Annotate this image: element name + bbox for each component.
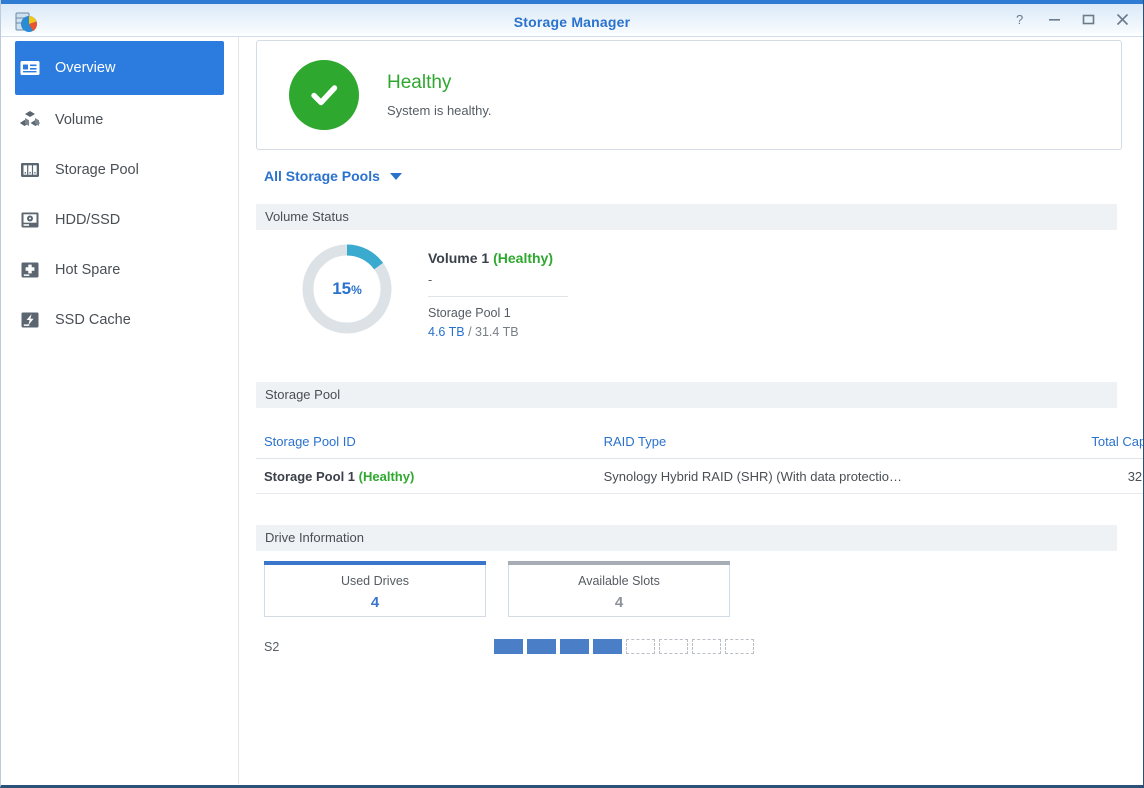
column-header-storage-pool-id[interactable]: Storage Pool ID — [264, 434, 604, 449]
drive-slot-7-empty[interactable] — [692, 639, 721, 654]
sidebar-item-volume[interactable]: Volume — [1, 95, 238, 145]
drive-slot-5-empty[interactable] — [626, 639, 655, 654]
sidebar-item-label: HDD/SSD — [55, 212, 121, 228]
plus-drive-icon — [19, 259, 41, 281]
drive-slot-row: S2 — [264, 639, 794, 654]
sidebar-item-label: Volume — [55, 112, 104, 128]
percent-value: 15 — [332, 279, 352, 298]
id-card-icon — [19, 57, 41, 79]
window-title: Storage Manager — [513, 14, 631, 30]
storage-pool-table: Storage Pool ID RAID Type Total Capacity… — [256, 425, 1143, 494]
cell-storage-pool-id: Storage Pool 1 (Healthy) — [264, 469, 604, 484]
available-slots-value: 4 — [614, 594, 624, 611]
volume-total-capacity: 31.4 TB — [475, 325, 519, 339]
volume-name-text: Volume 1 — [428, 250, 490, 266]
drive-summary-cards: Used Drives 4 Available Slots 4 — [264, 561, 730, 617]
pool-id-text: Storage Pool 1 — [264, 468, 356, 484]
cell-raid-type: Synology Hybrid RAID (SHR) (With data pr… — [603, 468, 902, 484]
pool-selector-label: All Storage Pools — [264, 168, 380, 184]
title-bar: Storage Manager ? — [1, 0, 1143, 37]
main-content: Healthy System is healthy. All Storage P… — [239, 37, 1143, 784]
health-title: Healthy — [387, 72, 452, 93]
sidebar-item-overview[interactable]: Overview — [15, 41, 224, 95]
volume-usage-percent: 15% — [299, 279, 395, 299]
cubes-icon — [19, 109, 41, 131]
column-header-raid-type[interactable]: RAID Type — [604, 434, 994, 449]
sidebar-item-hot-spare[interactable]: Hot Spare — [1, 245, 238, 295]
volume-capacity: 4.6 TB / 31.4 TB — [428, 325, 568, 339]
volume-status-badge: (Healthy) — [493, 250, 553, 266]
sidebar-item-label: Hot Spare — [55, 262, 121, 278]
volume-status-row: 15% Volume 1 (Healthy) - Storage Pool 1 … — [299, 241, 568, 339]
health-text-block: Healthy System is healthy. — [387, 72, 492, 118]
percent-symbol: % — [351, 283, 362, 297]
drive-slots — [494, 639, 754, 654]
all-storage-pools-dropdown[interactable]: All Storage Pools — [264, 168, 402, 184]
section-header-volume-status: Volume Status — [256, 204, 1117, 230]
drive-slot-4-filled[interactable] — [593, 639, 622, 654]
check-circle-icon — [289, 60, 359, 130]
hard-drive-icon — [19, 209, 41, 231]
cell-total-capacity: 32.7 TB — [1127, 468, 1143, 484]
used-drives-value: 4 — [370, 594, 380, 611]
slot-row-label: S2 — [264, 639, 280, 654]
sidebar-item-label: Overview — [55, 60, 116, 76]
window-controls: ? — [1011, 10, 1131, 28]
maximize-button[interactable] — [1079, 10, 1097, 28]
column-header-total-capacity[interactable]: Total Capacity — [993, 434, 1143, 449]
volume-info: Volume 1 (Healthy) - Storage Pool 1 4.6 … — [428, 241, 568, 339]
pool-bars-icon — [19, 159, 41, 181]
volume-used-capacity: 4.6 TB — [428, 325, 465, 339]
drive-slot-1-filled[interactable] — [494, 639, 523, 654]
table-header-row: Storage Pool ID RAID Type Total Capacity — [256, 425, 1143, 459]
volume-description: - — [428, 273, 568, 297]
drive-slot-8-empty[interactable] — [725, 639, 754, 654]
minimize-button[interactable] — [1045, 10, 1063, 28]
section-header-drive-information: Drive Information — [256, 525, 1117, 551]
sidebar: Overview Volume Storage Pool HDD/SSD Hot… — [1, 37, 239, 784]
section-header-storage-pool: Storage Pool — [256, 382, 1117, 408]
volume-usage-donut: 15% — [299, 241, 395, 337]
help-button[interactable]: ? — [1011, 10, 1029, 28]
sidebar-item-storage-pool[interactable]: Storage Pool — [1, 145, 238, 195]
sidebar-item-label: SSD Cache — [55, 312, 131, 328]
sidebar-item-hdd-ssd[interactable]: HDD/SSD — [1, 195, 238, 245]
storage-manager-window: Storage Manager ? Overview Volume Storag… — [0, 0, 1144, 788]
used-drives-label: Used Drives — [340, 574, 410, 588]
volume-name: Volume 1 (Healthy) — [428, 250, 568, 266]
sidebar-item-ssd-cache[interactable]: SSD Cache — [1, 295, 238, 345]
capacity-separator: / — [464, 325, 476, 339]
bolt-drive-icon — [19, 309, 41, 331]
table-row[interactable]: Storage Pool 1 (Healthy) Synology Hybrid… — [256, 459, 1143, 494]
svg-text:?: ? — [1016, 13, 1023, 26]
system-health-panel: Healthy System is healthy. — [256, 40, 1122, 150]
drive-slot-2-filled[interactable] — [527, 639, 556, 654]
volume-pool-name: Storage Pool 1 — [428, 306, 511, 320]
pool-status-badge: (Healthy) — [358, 468, 415, 484]
drive-slot-6-empty[interactable] — [659, 639, 688, 654]
drive-slot-3-filled[interactable] — [560, 639, 589, 654]
available-slots-label: Available Slots — [578, 574, 660, 588]
available-slots-card: Available Slots 4 — [508, 561, 730, 617]
used-drives-card: Used Drives 4 — [264, 561, 486, 617]
body-area: Overview Volume Storage Pool HDD/SSD Hot… — [1, 37, 1143, 784]
health-subtitle: System is healthy. — [387, 103, 492, 118]
close-button[interactable] — [1113, 10, 1131, 28]
chevron-down-icon — [389, 172, 402, 180]
sidebar-item-label: Storage Pool — [55, 162, 139, 178]
